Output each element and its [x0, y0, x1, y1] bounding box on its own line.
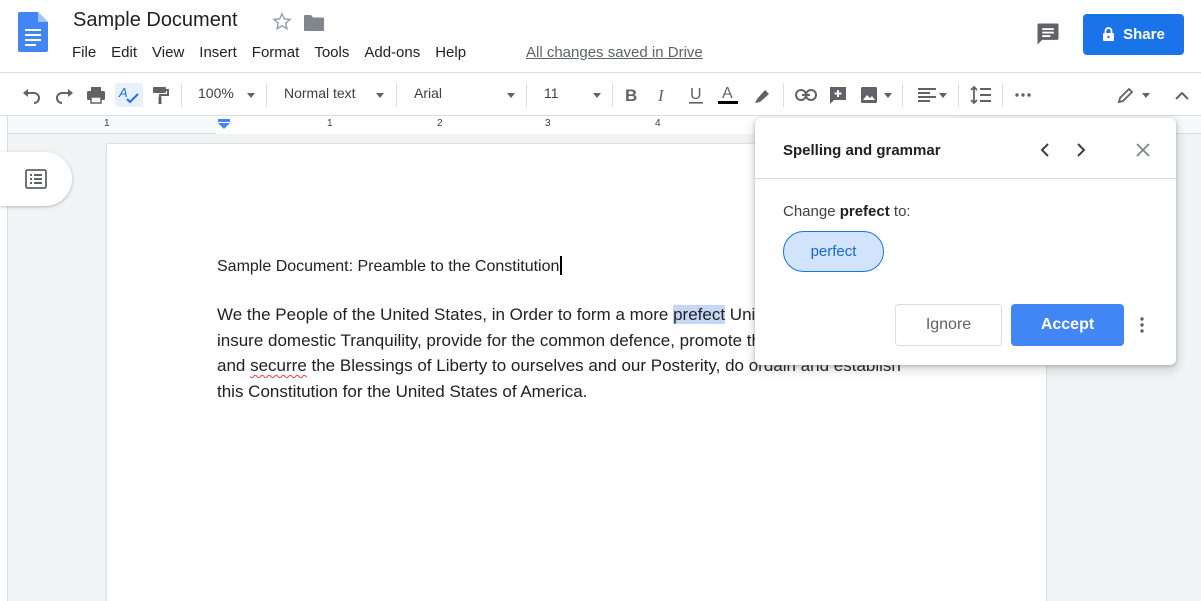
zoom-select[interactable]: 100%: [198, 85, 234, 101]
ruler-number: 1: [104, 118, 110, 129]
scrollbar[interactable]: [1188, 134, 1201, 601]
add-comment-icon[interactable]: [826, 83, 850, 107]
ruler-number: 2: [437, 118, 443, 129]
spelling-grammar-dialog: Spelling and grammar Change prefect to: …: [755, 118, 1176, 365]
align-icon[interactable]: [915, 83, 939, 107]
close-icon[interactable]: [1131, 138, 1155, 162]
italic-icon[interactable]: I: [651, 83, 675, 107]
redo-icon[interactable]: [52, 83, 76, 107]
svg-text:A: A: [722, 85, 733, 102]
text-cursor: [560, 256, 563, 275]
print-icon[interactable]: [84, 83, 108, 107]
font-select[interactable]: Arial: [414, 85, 442, 101]
app-header: Sample Document File Edit View Insert Fo…: [0, 0, 1201, 72]
paint-format-icon[interactable]: [148, 83, 172, 107]
line-spacing-icon[interactable]: [969, 83, 993, 107]
change-prefix: Change: [783, 203, 836, 220]
share-label: Share: [1123, 26, 1165, 43]
next-suggestion-icon[interactable]: [1069, 138, 1093, 162]
zoom-caret-icon[interactable]: [247, 93, 255, 98]
paragraph-text: We the People of the United States, in O…: [217, 305, 674, 324]
menu-help[interactable]: Help: [435, 44, 474, 61]
ruler-number: 4: [655, 118, 661, 129]
align-caret-icon[interactable]: [939, 93, 947, 98]
save-status-link[interactable]: All changes saved in Drive: [526, 44, 703, 61]
menu-edit[interactable]: Edit: [111, 44, 145, 61]
style-caret-icon[interactable]: [376, 93, 384, 98]
comment-history-icon[interactable]: [1034, 20, 1062, 48]
suggestion-chip[interactable]: perfect: [783, 231, 884, 272]
docs-app: Sample Document File Edit View Insert Fo…: [0, 0, 1201, 601]
font-size-caret-icon[interactable]: [593, 93, 601, 98]
font-caret-icon[interactable]: [507, 93, 515, 98]
ruler-number: 3: [545, 118, 551, 129]
dialog-divider: [755, 178, 1176, 179]
more-options-icon[interactable]: [1011, 83, 1035, 107]
style-select[interactable]: Normal text: [284, 85, 356, 101]
insert-link-icon[interactable]: [794, 83, 818, 107]
editing-mode-caret-icon[interactable]: [1142, 93, 1150, 98]
ruler-number: 1: [327, 118, 333, 129]
document-title[interactable]: Sample Document: [73, 9, 238, 32]
menu-insert[interactable]: Insert: [199, 44, 245, 61]
menu-file[interactable]: File: [72, 44, 104, 61]
document-heading-text: Sample Document: Preamble to the Constit…: [217, 258, 560, 275]
collapse-menus-icon[interactable]: [1170, 83, 1194, 107]
highlight-color-icon[interactable]: [750, 83, 774, 107]
svg-text:I: I: [657, 86, 665, 105]
document-outline-button[interactable]: [0, 152, 72, 206]
change-instruction: Change prefect to:: [783, 203, 911, 220]
star-icon[interactable]: [271, 11, 293, 33]
dialog-title: Spelling and grammar: [783, 142, 941, 159]
editing-mode-icon[interactable]: [1114, 83, 1138, 107]
docs-logo-icon[interactable]: [18, 12, 48, 52]
accept-button[interactable]: Accept: [1011, 304, 1124, 346]
folder-icon[interactable]: [303, 13, 325, 33]
svg-text:B: B: [625, 86, 637, 105]
svg-text:A: A: [118, 85, 128, 100]
undo-icon[interactable]: [20, 83, 44, 107]
previous-suggestion-icon[interactable]: [1033, 138, 1057, 162]
lock-icon: [1103, 27, 1115, 41]
text-color-icon[interactable]: A: [716, 83, 740, 107]
bold-icon[interactable]: B: [619, 83, 643, 107]
insert-image-icon[interactable]: [857, 83, 881, 107]
underline-icon[interactable]: U: [684, 83, 708, 107]
indent-marker-icon[interactable]: [218, 119, 230, 129]
menu-addons[interactable]: Add-ons: [364, 44, 428, 61]
share-button[interactable]: Share: [1083, 14, 1184, 55]
more-vert-icon[interactable]: [1135, 314, 1149, 336]
outline-icon: [25, 169, 47, 189]
menu-tools[interactable]: Tools: [314, 44, 357, 61]
font-size-select[interactable]: 11: [544, 85, 559, 101]
menu-format[interactable]: Format: [252, 44, 308, 61]
image-caret-icon[interactable]: [884, 93, 892, 98]
highlighted-misspelling[interactable]: prefect: [673, 305, 726, 324]
change-suffix: to:: [893, 203, 911, 220]
misspelled-word-label: prefect: [839, 203, 890, 220]
misspelled-word[interactable]: securre: [250, 356, 307, 375]
svg-text:U: U: [690, 86, 702, 103]
formatting-toolbar: A 100% Normal text Arial 11 B I U A: [0, 72, 1201, 116]
menu-bar: File Edit View Insert Format Tools Add-o…: [72, 44, 481, 61]
document-heading-line[interactable]: Sample Document: Preamble to the Constit…: [217, 256, 563, 276]
menu-view[interactable]: View: [152, 44, 192, 61]
spellcheck-icon[interactable]: A: [115, 83, 143, 107]
ignore-button[interactable]: Ignore: [895, 304, 1002, 346]
